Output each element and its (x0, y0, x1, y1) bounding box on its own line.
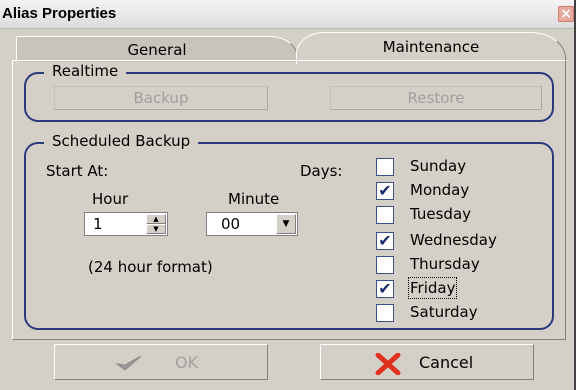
minute-dropdown[interactable]: 00 ▼ (206, 212, 298, 236)
restore-button[interactable]: Restore (330, 86, 542, 110)
hour-spin-buttons: ▲ ▼ (146, 214, 166, 234)
day-checkbox[interactable] (376, 256, 394, 274)
hour-up-arrow-icon[interactable]: ▲ (146, 214, 166, 224)
hour-stepper[interactable]: 1 ▲ ▼ (84, 212, 168, 236)
cancel-label: Cancel (419, 353, 474, 372)
hour-format-note: (24 hour format) (88, 258, 213, 276)
cancel-button[interactable]: Cancel (320, 344, 534, 380)
day-checkbox[interactable]: ✔ (376, 232, 394, 250)
backup-button[interactable]: Backup (54, 86, 268, 110)
start-at-label: Start At: (46, 162, 109, 180)
days-label: Days: (300, 162, 343, 180)
close-button[interactable]: × (558, 6, 574, 22)
ok-label: OK (175, 353, 199, 372)
day-label: Friday (407, 277, 458, 299)
title-bar[interactable]: Alias Properties × (0, 0, 574, 29)
hour-down-arrow-icon[interactable]: ▼ (146, 224, 166, 234)
day-label: Saturday (410, 303, 478, 321)
hour-label: Hour (92, 190, 129, 208)
day-label: Wednesday (410, 231, 497, 249)
day-checkbox[interactable]: ✔ (376, 280, 394, 298)
day-checkbox[interactable] (376, 158, 394, 176)
day-checkbox[interactable] (376, 206, 394, 224)
scheduled-backup-legend: Scheduled Backup (44, 132, 199, 150)
alias-properties-dialog: Alias Properties × General Maintenance R… (0, 0, 576, 390)
window-title: Alias Properties (2, 5, 117, 22)
day-checkbox[interactable]: ✔ (376, 182, 394, 200)
day-label: Sunday (410, 157, 467, 175)
tab-general[interactable]: General (16, 36, 298, 62)
realtime-legend: Realtime (44, 62, 127, 80)
day-label: Monday (410, 181, 470, 199)
ok-button[interactable]: OK (54, 344, 268, 380)
day-label: Tuesday (410, 205, 472, 223)
day-checkbox[interactable] (376, 304, 394, 322)
minute-label: Minute (228, 190, 280, 208)
minute-value: 00 (221, 215, 241, 233)
hour-value: 1 (93, 215, 103, 233)
chevron-down-icon[interactable]: ▼ (276, 214, 296, 234)
checkmark-icon (115, 355, 142, 371)
tab-strip: General Maintenance (0, 30, 574, 64)
red-x-icon (375, 353, 401, 375)
day-label: Thursday (410, 255, 480, 273)
